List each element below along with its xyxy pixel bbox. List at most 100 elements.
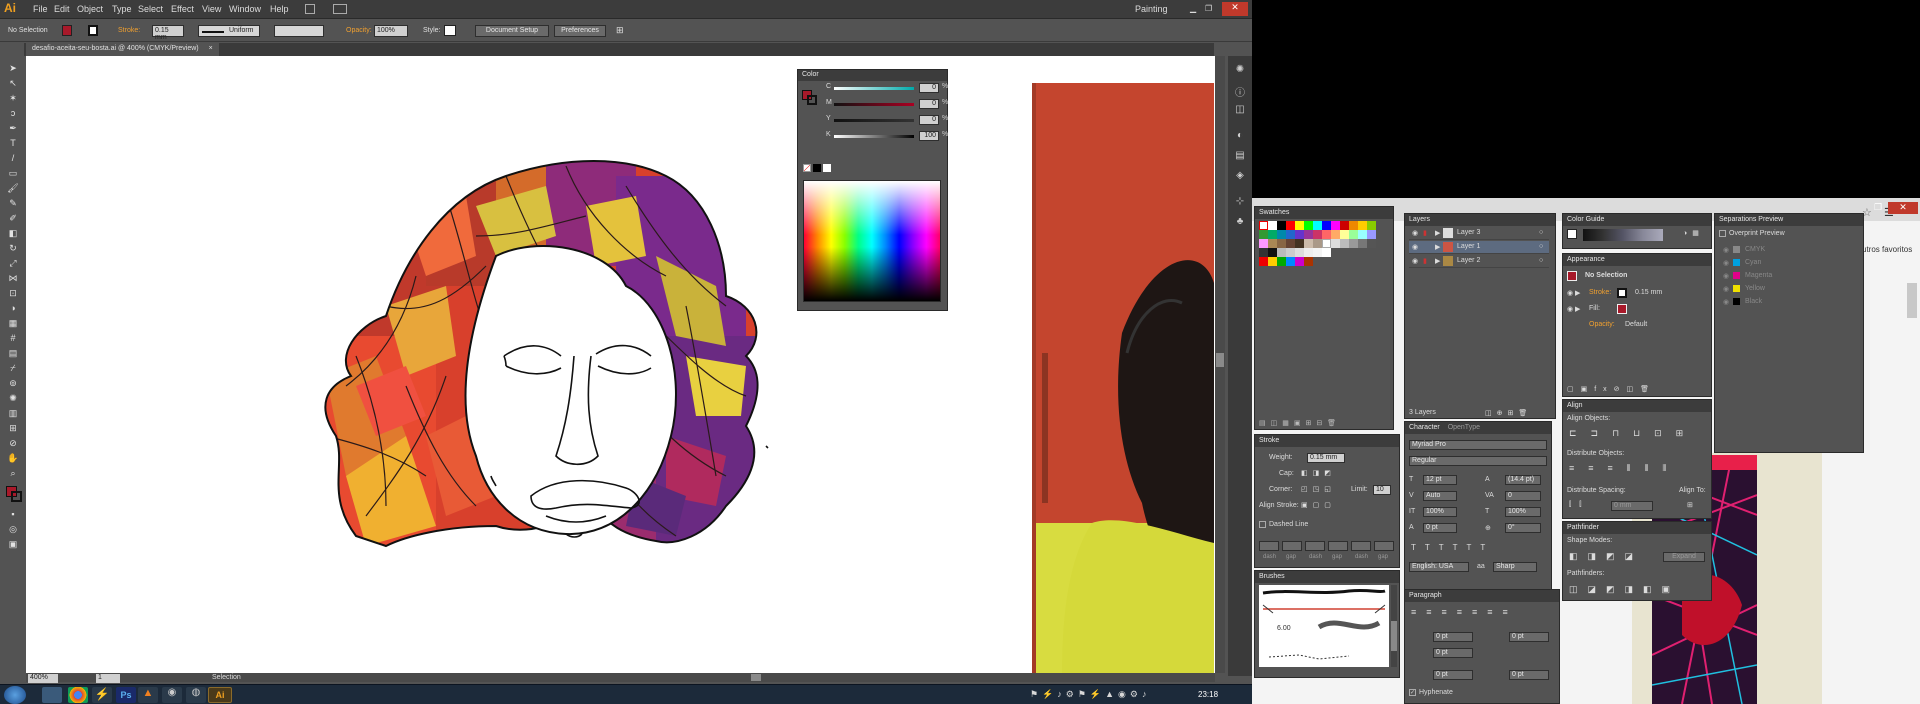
swatch[interactable]	[1313, 221, 1322, 230]
swatch[interactable]	[1259, 239, 1268, 248]
navigator-panel-icon[interactable]: ◫	[1232, 104, 1248, 118]
start-button-icon[interactable]	[4, 686, 26, 704]
swatch[interactable]	[1286, 239, 1295, 248]
swatch[interactable]	[1322, 239, 1331, 248]
white-color-icon[interactable]	[823, 164, 831, 172]
close-icon[interactable]: ✕	[1222, 2, 1248, 16]
stroke-weight-field[interactable]: 0.15 mm	[152, 25, 184, 41]
blend-tool-icon[interactable]: ⊚	[5, 377, 21, 390]
swatch[interactable]	[1295, 230, 1304, 239]
yellow-slider[interactable]	[834, 119, 914, 122]
paintbrush-tool-icon[interactable]: 🖌	[5, 182, 21, 195]
swatch[interactable]	[1304, 248, 1313, 257]
baseline-shift-input[interactable]: 0 pt	[1423, 523, 1457, 533]
blob-brush-tool-icon[interactable]: ✐	[5, 212, 21, 225]
cyan-slider[interactable]	[834, 87, 914, 90]
swatch[interactable]	[1358, 239, 1367, 248]
swatch[interactable]	[1331, 239, 1340, 248]
stroke-swatch[interactable]	[88, 25, 98, 36]
reference-photo[interactable]	[1032, 83, 1214, 673]
vertical-scrollbar[interactable]	[1215, 56, 1225, 673]
symbol-sprayer-tool-icon[interactable]: ✺	[5, 392, 21, 405]
ink-row[interactable]: ◉ Yellow	[1723, 283, 1861, 295]
preferences-button[interactable]: Preferences	[554, 25, 606, 37]
layer-visibility-icon[interactable]: ◉	[1412, 257, 1418, 265]
swatch[interactable]	[1322, 248, 1331, 257]
black-color-icon[interactable]	[813, 164, 821, 172]
swatch[interactable]	[1277, 221, 1286, 230]
distribute-objects-buttons[interactable]: ≡≡≡⫴⫴⫴	[1569, 463, 1680, 474]
vertical-scroll-thumb[interactable]	[1216, 353, 1224, 367]
leading-input[interactable]: (14.4 pt)	[1505, 475, 1541, 485]
brush-scrollbar[interactable]	[1391, 585, 1397, 667]
ink-row[interactable]: ◉ Black	[1723, 296, 1861, 308]
document-tab[interactable]: desafio-aceita-seu-bosta.ai @ 400% (CMYK…	[26, 43, 219, 56]
cap-buttons[interactable]: ◧◨◩	[1301, 469, 1341, 479]
dashed-line-checkbox[interactable]	[1259, 521, 1266, 528]
pencil-tool-icon[interactable]: ✎	[5, 197, 21, 210]
menu-window[interactable]: Window	[229, 4, 261, 14]
swatch[interactable]	[1304, 221, 1313, 230]
color-panel-header[interactable]: Color	[798, 70, 947, 81]
magenta-slider[interactable]	[834, 103, 914, 106]
line-tool-icon[interactable]: /	[5, 152, 21, 165]
swatch[interactable]	[1259, 257, 1268, 266]
ink-visibility-icon[interactable]: ◉	[1723, 272, 1729, 280]
ink-row[interactable]: ◉ Cyan	[1723, 257, 1861, 269]
shape-mode-buttons[interactable]: ◧◨◩◪	[1569, 551, 1643, 562]
layer-row[interactable]: ◉ ▮ ▶ Layer 3 ○	[1409, 227, 1549, 240]
browser-restore-icon[interactable]: ❐	[1870, 202, 1886, 214]
slice-tool-icon[interactable]: ⊘	[5, 437, 21, 450]
horizontal-scale-input[interactable]: 100%	[1505, 507, 1541, 517]
color-guide-base-swatch[interactable]	[1567, 229, 1577, 239]
swatch[interactable]	[1313, 230, 1322, 239]
eyedropper-tool-icon[interactable]: ⌿	[5, 362, 21, 375]
menu-view[interactable]: View	[202, 4, 221, 14]
zoom-field[interactable]: 400%	[28, 674, 58, 683]
swatch[interactable]	[1277, 239, 1286, 248]
menu-object[interactable]: Object	[77, 4, 103, 14]
swatch[interactable]	[1268, 239, 1277, 248]
appearance-opacity-label[interactable]: Opacity:	[1589, 321, 1615, 328]
color-mode-icon[interactable]: ▪	[5, 508, 21, 521]
color-stroke-swatch[interactable]	[807, 95, 817, 105]
rotation-input[interactable]: 0°	[1505, 523, 1541, 533]
hand-tool-icon[interactable]: ✋	[5, 452, 21, 465]
swatch[interactable]	[1304, 239, 1313, 248]
transparency-panel-icon[interactable]: ◐	[1232, 130, 1248, 144]
rectangle-tool-icon[interactable]: ▭	[5, 167, 21, 180]
harmony-rules-select[interactable]	[1583, 229, 1663, 241]
layer-expand-icon[interactable]: ▶	[1435, 257, 1440, 265]
swatch[interactable]	[1268, 248, 1277, 257]
opacity-label[interactable]: Opacity:	[346, 27, 372, 34]
menu-help[interactable]: Help	[270, 4, 289, 14]
none-color-icon[interactable]	[803, 164, 811, 172]
pathfinder-buttons[interactable]: ◫◪◩◨◧▣	[1569, 584, 1680, 595]
swatch[interactable]	[1277, 257, 1286, 266]
transform-panel-icon[interactable]: ⊹	[1232, 196, 1248, 210]
character-tab[interactable]: Character	[1409, 424, 1440, 431]
layer-target-icon[interactable]: ○	[1539, 257, 1543, 264]
color-guide-icons[interactable]: ◑▦	[1683, 229, 1704, 237]
info-panel-icon[interactable]: ⓘ	[1232, 84, 1248, 99]
swatch[interactable]	[1295, 221, 1304, 230]
swatch[interactable]	[1340, 230, 1349, 239]
right-indent-input[interactable]: 0 pt	[1509, 632, 1549, 642]
swatch[interactable]	[1331, 230, 1340, 239]
screen-mode-icon[interactable]: ▣	[5, 538, 21, 551]
stroke-color-icon[interactable]	[11, 491, 22, 502]
layer-visibility-icon[interactable]: ◉	[1412, 229, 1418, 237]
swatch[interactable]	[1277, 248, 1286, 257]
left-indent-input[interactable]: 0 pt	[1433, 632, 1473, 642]
arrange-icon[interactable]: ⊞	[616, 25, 624, 36]
layer-name[interactable]: Layer 1	[1457, 243, 1480, 250]
graphic-style-swatch[interactable]	[444, 25, 456, 36]
layer-name[interactable]: Layer 2	[1457, 257, 1480, 264]
ink-visibility-icon[interactable]: ◉	[1723, 259, 1729, 267]
stroke-weight-input[interactable]: 0.15 mm	[1307, 453, 1345, 463]
swatch[interactable]	[1313, 248, 1322, 257]
swatch[interactable]	[1286, 248, 1295, 257]
layer-row[interactable]: ◉ ▶ Layer 1 ○	[1409, 241, 1549, 254]
swatch[interactable]	[1349, 239, 1358, 248]
align-header[interactable]: Align	[1563, 400, 1711, 412]
